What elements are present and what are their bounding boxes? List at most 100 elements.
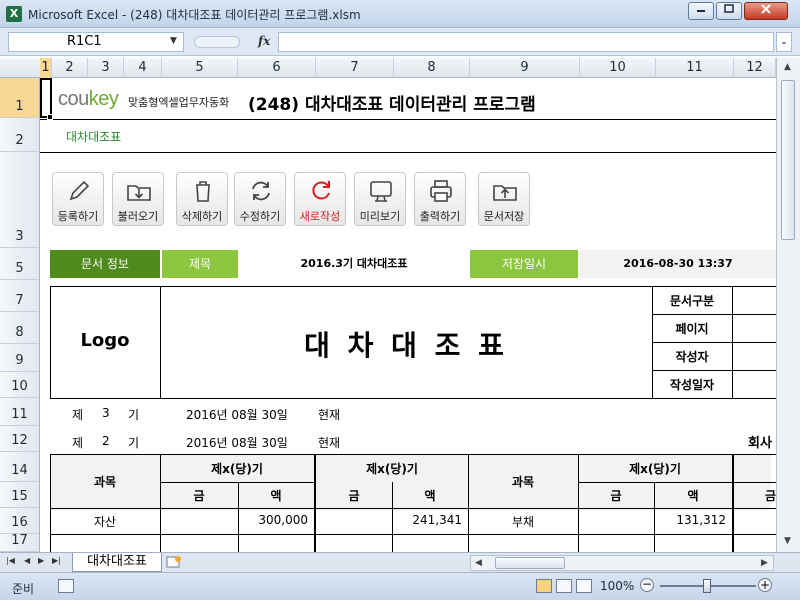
page-break-view-icon[interactable] bbox=[576, 579, 592, 593]
table-cell-subject[interactable]: 자산 bbox=[50, 513, 160, 530]
trash-icon bbox=[196, 181, 210, 202]
insert-sheet-icon[interactable] bbox=[166, 555, 182, 569]
formula-input[interactable] bbox=[278, 32, 774, 52]
maximize-button[interactable] bbox=[716, 2, 742, 20]
name-box-dropdown-icon[interactable]: ▼ bbox=[170, 36, 177, 46]
toolbar-button-4[interactable]: 새로작성 bbox=[294, 172, 346, 226]
horizontal-scrollbar[interactable]: ◀ ▶ bbox=[470, 555, 774, 571]
row-header-5[interactable]: 5 bbox=[0, 248, 40, 280]
last-sheet-icon[interactable]: ▶| bbox=[52, 556, 61, 565]
column-header-4[interactable]: 4 bbox=[124, 58, 162, 78]
row-number: 7 bbox=[15, 293, 24, 308]
sheet-tab-bar: |◀ ◀ ▶ ▶| 대차대조표 ◀ ▶ bbox=[0, 552, 800, 572]
coukey-logo: coukey bbox=[58, 88, 119, 111]
zoom-in-button[interactable]: + bbox=[758, 578, 772, 592]
logo-tagline: 맞춤형엑셀업무자동화 bbox=[128, 96, 230, 109]
first-sheet-icon[interactable]: |◀ bbox=[6, 556, 15, 565]
row-header-7[interactable]: 7 bbox=[0, 280, 40, 312]
page-layout-view-icon[interactable] bbox=[556, 579, 572, 593]
row-header-2[interactable]: 2 bbox=[0, 118, 40, 152]
scroll-left-icon[interactable]: ◀ bbox=[475, 558, 482, 568]
scroll-right-icon[interactable]: ▶ bbox=[761, 558, 768, 568]
toolbar-button-2[interactable]: 삭제하기 bbox=[176, 172, 228, 226]
table-border-top bbox=[50, 454, 776, 455]
table-cell-amount[interactable]: 241,341 bbox=[392, 513, 462, 527]
period-prefix: 제 bbox=[72, 408, 84, 422]
column-header-7[interactable]: 7 bbox=[316, 58, 394, 78]
zoom-level[interactable]: 100% bbox=[600, 579, 634, 593]
worksheet-grid[interactable]: coukey 맞춤형엑셀업무자동화 (248) 대차대조표 데이터관리 프로그램… bbox=[40, 78, 776, 552]
toolbar-button-5[interactable]: 미리보기 bbox=[354, 172, 406, 226]
row-header-11[interactable]: 11 bbox=[0, 398, 40, 426]
status-bar: 준비 100% − + bbox=[0, 572, 800, 600]
fill-handle[interactable] bbox=[47, 114, 53, 120]
column-header-1[interactable]: 1 bbox=[40, 58, 52, 78]
row-header-17[interactable]: 17 bbox=[0, 534, 40, 552]
period-suffix: 기 bbox=[128, 408, 140, 422]
column-header-9[interactable]: 9 bbox=[470, 58, 580, 78]
column-header-6[interactable]: 6 bbox=[238, 58, 316, 78]
zoom-out-button[interactable]: − bbox=[640, 578, 654, 592]
column-header-3[interactable]: 3 bbox=[88, 58, 124, 78]
table-cell-amount[interactable]: 300,000 bbox=[238, 513, 308, 527]
sheet-tab-active[interactable]: 대차대조표 bbox=[72, 553, 162, 572]
meta-row-line-3 bbox=[652, 370, 776, 371]
insert-function-icon[interactable]: fx bbox=[258, 34, 270, 48]
toolbar-button-1[interactable]: 불러오기 bbox=[112, 172, 164, 226]
name-box[interactable]: R1C1 bbox=[8, 32, 184, 52]
period-num: 2 bbox=[102, 434, 110, 448]
formula-bar-divider bbox=[194, 36, 240, 48]
next-sheet-icon[interactable]: ▶ bbox=[38, 556, 44, 565]
new-document-icon bbox=[312, 181, 330, 200]
row-header-12[interactable]: 12 bbox=[0, 426, 40, 452]
row-number: 11 bbox=[11, 407, 28, 422]
toolbar-button-label: 삭제하기 bbox=[181, 210, 223, 223]
save-date-value[interactable]: 2016-08-30 13:37 bbox=[580, 250, 776, 278]
row-header-8[interactable]: 8 bbox=[0, 312, 40, 344]
period-suffix: 기 bbox=[128, 436, 140, 450]
macro-record-icon[interactable] bbox=[58, 579, 74, 593]
toolbar-button-0[interactable]: 등록하기 bbox=[52, 172, 104, 226]
zoom-slider-thumb[interactable] bbox=[703, 579, 711, 593]
minimize-button[interactable] bbox=[688, 2, 714, 20]
row-number: 5 bbox=[15, 261, 24, 276]
prev-sheet-icon[interactable]: ◀ bbox=[24, 556, 30, 565]
column-header-10[interactable]: 10 bbox=[580, 58, 656, 78]
refresh-icon bbox=[252, 181, 270, 201]
doc-title-label: 제목 bbox=[162, 250, 238, 278]
close-icon bbox=[761, 4, 771, 14]
column-header-5[interactable]: 5 bbox=[162, 58, 238, 78]
table-cell-subject[interactable]: 부채 bbox=[468, 513, 578, 530]
period-date: 2016년 08월 30일 bbox=[186, 408, 288, 422]
column-header-8[interactable]: 8 bbox=[394, 58, 470, 78]
row-header-3[interactable]: 3 bbox=[0, 152, 40, 248]
scroll-up-icon[interactable]: ▲ bbox=[784, 62, 791, 72]
period-note: 현재 bbox=[318, 408, 341, 422]
row-header-9[interactable]: 9 bbox=[0, 344, 40, 372]
row-header-14[interactable]: 14 bbox=[0, 452, 40, 482]
column-header-11[interactable]: 11 bbox=[656, 58, 734, 78]
toolbar-button-7[interactable]: 문서저장 bbox=[478, 172, 530, 226]
excel-app-icon[interactable]: X bbox=[6, 6, 22, 22]
column-header-12[interactable]: 12 bbox=[734, 58, 776, 78]
toolbar-button-6[interactable]: 출력하기 bbox=[414, 172, 466, 226]
normal-view-icon[interactable] bbox=[536, 579, 552, 593]
row-header-1[interactable]: 1 bbox=[0, 78, 40, 118]
row-header-10[interactable]: 10 bbox=[0, 372, 40, 398]
scroll-down-icon[interactable]: ▼ bbox=[784, 536, 791, 546]
table-cell-amount[interactable]: 131,312 bbox=[654, 513, 726, 527]
form-document-title: 대 차 대 조 표 bbox=[304, 329, 508, 362]
vertical-scroll-thumb[interactable] bbox=[781, 80, 795, 240]
row-header-16[interactable]: 16 bbox=[0, 508, 40, 534]
expand-formula-bar-icon[interactable]: ⌄ bbox=[776, 32, 792, 52]
form-logo-placeholder[interactable]: Logo bbox=[50, 330, 160, 351]
close-button[interactable] bbox=[744, 2, 788, 20]
horizontal-scroll-thumb[interactable] bbox=[495, 557, 565, 569]
column-header-2[interactable]: 2 bbox=[52, 58, 88, 78]
vertical-scrollbar[interactable]: ▲ ▼ bbox=[776, 58, 800, 552]
doc-title-value[interactable]: 2016.3기 대차대조표 bbox=[240, 250, 468, 278]
toolbar-button-3[interactable]: 수정하기 bbox=[234, 172, 286, 226]
active-cell-selection[interactable] bbox=[40, 78, 52, 118]
row-header-15[interactable]: 15 bbox=[0, 482, 40, 508]
row-number: 9 bbox=[15, 353, 24, 368]
